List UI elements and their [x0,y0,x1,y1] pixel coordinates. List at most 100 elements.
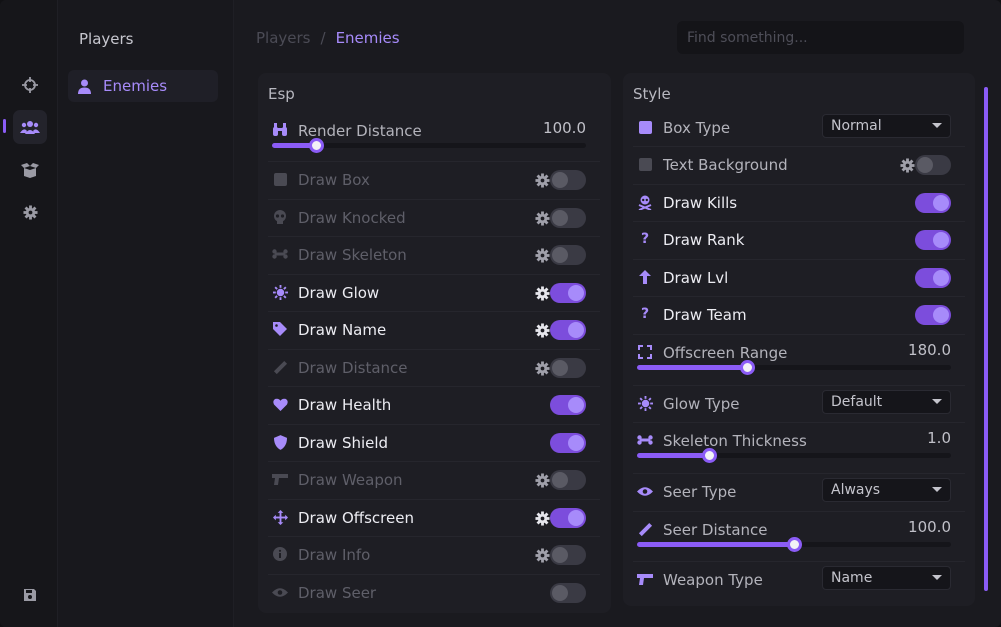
gear-icon[interactable] [534,285,550,301]
draw-lvl-toggle[interactable] [915,268,951,288]
eye-icon [637,483,653,499]
ruler-icon [637,521,653,537]
rail-players-button[interactable] [13,110,47,144]
slider-fill [637,542,794,547]
draw-skeleton-toggle[interactable] [550,245,586,265]
box-type-label: Box Type [663,119,731,137]
gear-icon[interactable] [534,247,550,263]
draw-health-toggle[interactable] [550,395,586,415]
gear-icon[interactable] [534,472,550,488]
glow-type-value: Default [831,394,883,410]
rail-settings-button[interactable] [13,195,47,229]
esp-row-draw-name: Draw Name [268,312,600,350]
gear-icon[interactable] [534,510,550,526]
scrollbar[interactable] [984,87,988,591]
box-type-select[interactable]: Normal [822,114,951,138]
shield-icon [272,434,288,450]
seer-distance-slider[interactable] [637,537,951,552]
draw-weapon-toggle[interactable] [550,470,586,490]
draw-kills-toggle[interactable] [915,193,951,213]
esp-row-label: Draw Offscreen [298,509,414,527]
ruler-icon [272,359,288,375]
seer-type-value: Always [831,482,881,498]
tag-icon [272,321,288,337]
caret-down-icon [932,487,942,492]
search-box [677,21,964,54]
draw-name-toggle[interactable] [550,320,586,340]
gear-icon[interactable] [534,547,550,563]
glow-type-label: Glow Type [663,395,740,413]
draw-knocked-toggle[interactable] [550,208,586,228]
gear-icon [22,204,38,220]
esp-row-label: Draw Glow [298,284,380,302]
style-row-draw-team: ? Draw Team [633,297,965,335]
draw-glow-toggle[interactable] [550,283,586,303]
sun-icon [272,284,288,300]
expand-icon [637,344,653,360]
nav-item-enemies[interactable]: Enemies [68,70,218,102]
square-icon [637,156,653,172]
rail-loot-button[interactable] [13,153,47,187]
style-panel: Style Box Type Normal Text Background Dr… [623,73,975,606]
draw-info-toggle[interactable] [550,545,586,565]
offscreen-range-slider[interactable] [637,360,951,375]
style-row-draw-rank: ? Draw Rank [633,222,965,260]
breadcrumb-parent[interactable]: Players [256,29,311,47]
esp-panel: Esp Render Distance 100.0 Draw Box Draw … [258,73,611,613]
gear-icon[interactable] [534,210,550,226]
esp-row-draw-distance: Draw Distance [268,350,600,387]
user-icon [78,79,91,94]
skull-icon [272,209,288,225]
heart-icon [272,396,288,412]
gear-icon[interactable] [534,172,550,188]
text-background-toggle[interactable] [915,155,951,175]
weapon-type-select[interactable]: Name [822,566,951,590]
render-distance-row: Render Distance 100.0 [268,113,600,162]
info-icon [272,546,288,562]
text-background-label: Text Background [663,156,788,174]
seer-type-label: Seer Type [663,483,737,501]
skeleton-thickness-slider[interactable] [637,448,951,463]
search-input[interactable] [687,29,954,46]
icon-rail [0,0,58,627]
gun-icon [637,571,653,587]
render-distance-slider[interactable] [272,138,586,153]
slider-thumb[interactable] [739,360,755,375]
seer-distance-value: 100.0 [908,518,951,536]
render-distance-value: 100.0 [543,119,586,137]
gear-icon[interactable] [534,322,550,338]
style-row-offscreen-range: Offscreen Range 180.0 [633,335,965,386]
style-row-draw-kills: Draw Kills [633,185,965,222]
skull-crossbones-icon [637,194,653,210]
caret-down-icon [932,575,942,580]
esp-row-label: Draw Shield [298,434,389,452]
draw-distance-toggle[interactable] [550,358,586,378]
esp-row-draw-health: Draw Health [268,387,600,425]
esp-panel-title: Esp [268,85,295,103]
draw-box-toggle[interactable] [550,170,586,190]
slider-thumb[interactable] [787,537,802,552]
esp-row-label: Draw Distance [298,359,408,377]
gear-icon[interactable] [534,360,550,376]
glow-type-select[interactable]: Default [822,390,951,414]
esp-row-label: Draw Knocked [298,209,406,227]
seer-type-select[interactable]: Always [822,478,951,502]
style-row-draw-lvl: Draw Lvl [633,260,965,297]
draw-team-toggle[interactable] [915,305,951,325]
slider-thumb[interactable] [308,138,324,153]
crosshair-icon [22,77,38,93]
draw-offscreen-toggle[interactable] [550,508,586,528]
esp-row-draw-skeleton: Draw Skeleton [268,237,600,275]
slider-fill [637,453,710,458]
rail-save-button[interactable] [13,578,47,612]
draw-seer-toggle[interactable] [550,583,586,603]
breadcrumb-separator: / [320,29,326,47]
draw-rank-toggle[interactable] [915,230,951,250]
esp-row-draw-glow: Draw Glow [268,275,600,312]
breadcrumb-current: Enemies [335,29,400,47]
gear-icon[interactable] [899,157,915,173]
slider-thumb[interactable] [702,448,718,463]
rail-active-indicator [3,119,6,133]
rail-aim-button[interactable] [13,68,47,102]
draw-shield-toggle[interactable] [550,433,586,453]
